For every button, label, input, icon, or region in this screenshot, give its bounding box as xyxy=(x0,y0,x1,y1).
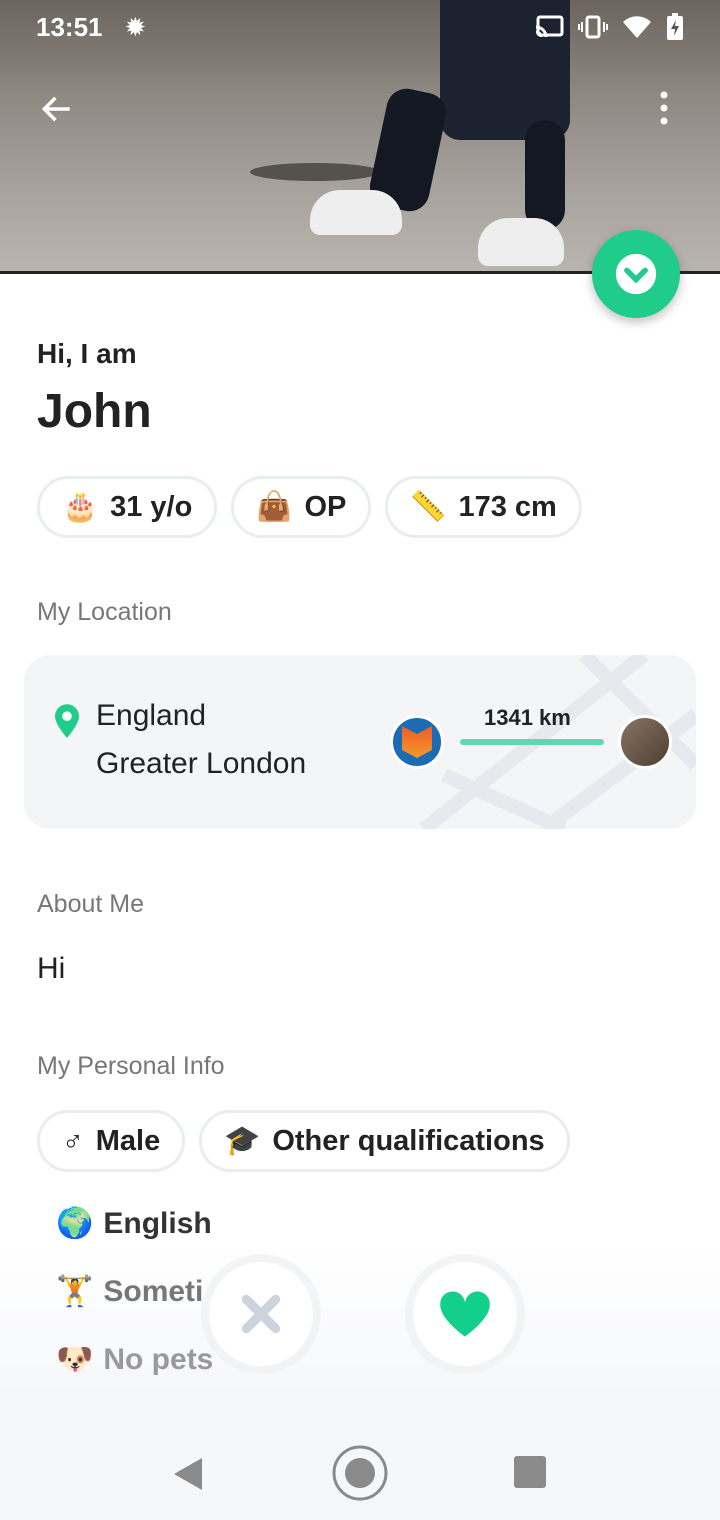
height-chip: 📏 173 cm xyxy=(385,476,582,538)
basic-info-chips: 🎂 31 y/o 👜 OP 📏 173 cm xyxy=(37,476,582,538)
ruler-icon: 📏 xyxy=(410,491,447,523)
location-region: Greater London xyxy=(96,747,307,780)
status-bar: 13:51 ✹ xyxy=(0,0,720,54)
location-card: England Greater London 1341 km xyxy=(24,655,696,829)
my-avatar xyxy=(390,715,444,769)
gender-chip: ♂ Male xyxy=(37,1110,186,1172)
close-icon xyxy=(241,1294,281,1334)
like-button[interactable] xyxy=(413,1262,517,1366)
cast-icon xyxy=(535,15,564,38)
vibrate-icon xyxy=(578,15,608,39)
job-chip: 👜 OP xyxy=(231,476,372,538)
battery-charging-icon xyxy=(667,13,683,40)
pets-item: 🐶 No pets xyxy=(56,1342,213,1377)
chip-label: 173 cm xyxy=(458,490,557,523)
back-button[interactable] xyxy=(38,90,76,133)
arrow-left-icon xyxy=(41,96,70,122)
system-nav-bar xyxy=(0,1386,720,1520)
dumbbell-icon: 🏋 xyxy=(56,1275,94,1308)
nav-home-icon[interactable] xyxy=(331,1444,389,1502)
chip-label: 31 y/o xyxy=(110,490,193,523)
education-chip: 🎓 Other qualifications xyxy=(199,1110,570,1172)
item-label: No pets xyxy=(103,1342,214,1376)
nav-recents-icon[interactable] xyxy=(514,1456,546,1488)
language-item: 🌍 English xyxy=(56,1206,212,1241)
chevron-down-icon xyxy=(615,253,657,295)
profile-avatar xyxy=(618,715,672,769)
location-title: My Location xyxy=(37,598,172,626)
chip-label: Male xyxy=(95,1124,161,1157)
exercise-item: 🏋 Someti xyxy=(56,1274,203,1309)
distance: 1341 km xyxy=(484,705,571,730)
dislike-button[interactable] xyxy=(209,1262,313,1366)
location-pin-icon xyxy=(55,704,79,738)
item-label: Someti xyxy=(103,1274,204,1308)
dog-icon: 🐶 xyxy=(56,1343,94,1376)
status-time: 13:51 xyxy=(36,11,103,42)
nav-back-icon[interactable] xyxy=(172,1456,204,1492)
male-icon: ♂ xyxy=(62,1124,84,1157)
bag-icon: 👜 xyxy=(256,491,293,523)
more-button[interactable] xyxy=(652,90,676,133)
chip-label: OP xyxy=(304,490,347,523)
item-label: English xyxy=(103,1206,212,1240)
collapse-button[interactable] xyxy=(592,230,680,318)
about-text: Hi xyxy=(37,952,66,985)
personal-title: My Personal Info xyxy=(37,1052,225,1080)
heart-icon xyxy=(440,1291,490,1337)
about-title: About Me xyxy=(37,890,145,918)
age-chip: 🎂 31 y/o xyxy=(37,476,218,538)
more-vertical-icon xyxy=(660,91,668,125)
profile-name: John xyxy=(37,385,152,438)
location-country: England xyxy=(96,699,207,732)
personal-chips: ♂ Male 🎓 Other qualifications xyxy=(37,1110,570,1172)
chip-label: Other qualifications xyxy=(272,1124,545,1157)
greeting: Hi, I am xyxy=(37,338,137,369)
cake-icon: 🎂 xyxy=(62,491,99,523)
wifi-icon xyxy=(623,16,651,38)
graduation-cap-icon: 🎓 xyxy=(224,1125,261,1157)
globe-icon: 🌍 xyxy=(56,1207,94,1240)
distance-bar xyxy=(460,739,604,745)
brightness-icon: ✹ xyxy=(124,11,147,42)
